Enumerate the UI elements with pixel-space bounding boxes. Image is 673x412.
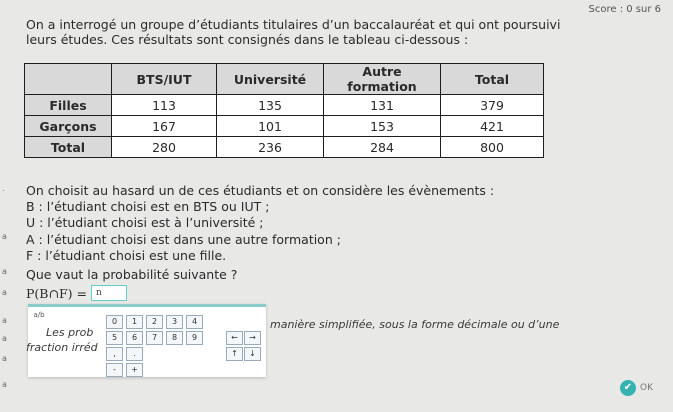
key-3[interactable]: 3: [166, 315, 183, 329]
hint-right-fragment: manière simplifiée, sous la forme décima…: [270, 318, 560, 331]
key-plus[interactable]: +: [126, 363, 143, 377]
table-cell: 101: [216, 115, 324, 137]
event-f: F : l’étudiant choisi est une fille.: [26, 248, 227, 263]
table-row: Total 280 236 284 800: [24, 136, 544, 158]
key-4[interactable]: 4: [186, 315, 203, 329]
key-1[interactable]: 1: [126, 315, 143, 329]
formula-label: P(B∩F) =: [26, 285, 87, 301]
table-cell: 280: [111, 136, 217, 158]
table-header-total: Total: [440, 63, 544, 95]
event-a: A : l’étudiant choisi est dans une autre…: [26, 232, 341, 247]
ok-button[interactable]: ✔ OK: [620, 380, 653, 396]
hint-left-fragment: Les prob: [46, 326, 94, 339]
arrow-up-icon[interactable]: ↑: [226, 347, 243, 361]
table-header-corner: [24, 63, 112, 95]
probability-formula: P(B∩F) = n: [26, 285, 127, 301]
table-header-bts: BTS/IUT: [111, 63, 217, 95]
key-comma[interactable]: ,: [106, 347, 123, 361]
table-cell: 153: [323, 115, 441, 137]
answer-input[interactable]: n: [90, 285, 127, 301]
table-header-universite: Université: [216, 63, 324, 95]
ok-label: OK: [640, 383, 653, 393]
table-header-row: BTS/IUT Université Autre formation Total: [24, 63, 544, 95]
key-6[interactable]: 6: [126, 331, 143, 345]
events-intro: On choisit au hasard un de ces étudiants…: [26, 183, 495, 198]
margin-mark: a: [2, 354, 7, 363]
hint-line2-fragment: fraction irréd: [26, 341, 98, 354]
arrow-down-icon[interactable]: ↓: [244, 347, 261, 361]
data-table: BTS/IUT Université Autre formation Total…: [24, 63, 544, 158]
table-row: Filles 113 135 131 379: [24, 94, 544, 116]
row-label: Garçons: [24, 115, 112, 137]
margin-mark: a: [2, 380, 7, 389]
table-cell: 236: [216, 136, 324, 158]
table-cell: 379: [440, 94, 544, 116]
fraction-button[interactable]: a/b: [32, 311, 46, 327]
key-5[interactable]: 5: [106, 331, 123, 345]
key-dot[interactable]: .: [126, 347, 143, 361]
table-cell: 800: [440, 136, 544, 158]
row-label: Total: [24, 136, 112, 158]
arrow-right-icon[interactable]: →: [244, 331, 261, 345]
problem-intro: On a interrogé un groupe d’étudiants tit…: [26, 17, 561, 47]
check-icon: ✔: [620, 380, 636, 396]
key-8[interactable]: 8: [166, 331, 183, 345]
score-label: Score : 0 sur 6: [588, 4, 661, 15]
table-cell: 167: [111, 115, 217, 137]
key-minus[interactable]: -: [106, 363, 123, 377]
key-0[interactable]: 0: [106, 315, 123, 329]
margin-mark: a: [2, 288, 7, 297]
table-cell: 131: [323, 94, 441, 116]
table-cell: 113: [111, 94, 217, 116]
table-cell: 421: [440, 115, 544, 137]
table-header-autre: Autre formation: [323, 63, 441, 95]
margin-mark: a: [2, 267, 7, 276]
question-text: Que vaut la probabilité suivante ?: [26, 267, 238, 282]
margin-mark: .: [2, 184, 5, 193]
arrow-left-icon[interactable]: ←: [226, 331, 243, 345]
key-9[interactable]: 9: [186, 331, 203, 345]
key-7[interactable]: 7: [146, 331, 163, 345]
table-cell: 135: [216, 94, 324, 116]
margin-mark: a: [2, 232, 7, 241]
table-row: Garçons 167 101 153 421: [24, 115, 544, 137]
row-label: Filles: [24, 94, 112, 116]
event-u: U : l’étudiant choisi est à l’université…: [26, 215, 264, 230]
event-b: B : l’étudiant choisi est en BTS ou IUT …: [26, 199, 270, 214]
key-2[interactable]: 2: [146, 315, 163, 329]
table-cell: 284: [323, 136, 441, 158]
margin-mark: a: [2, 316, 7, 325]
margin-mark: a: [2, 334, 7, 343]
